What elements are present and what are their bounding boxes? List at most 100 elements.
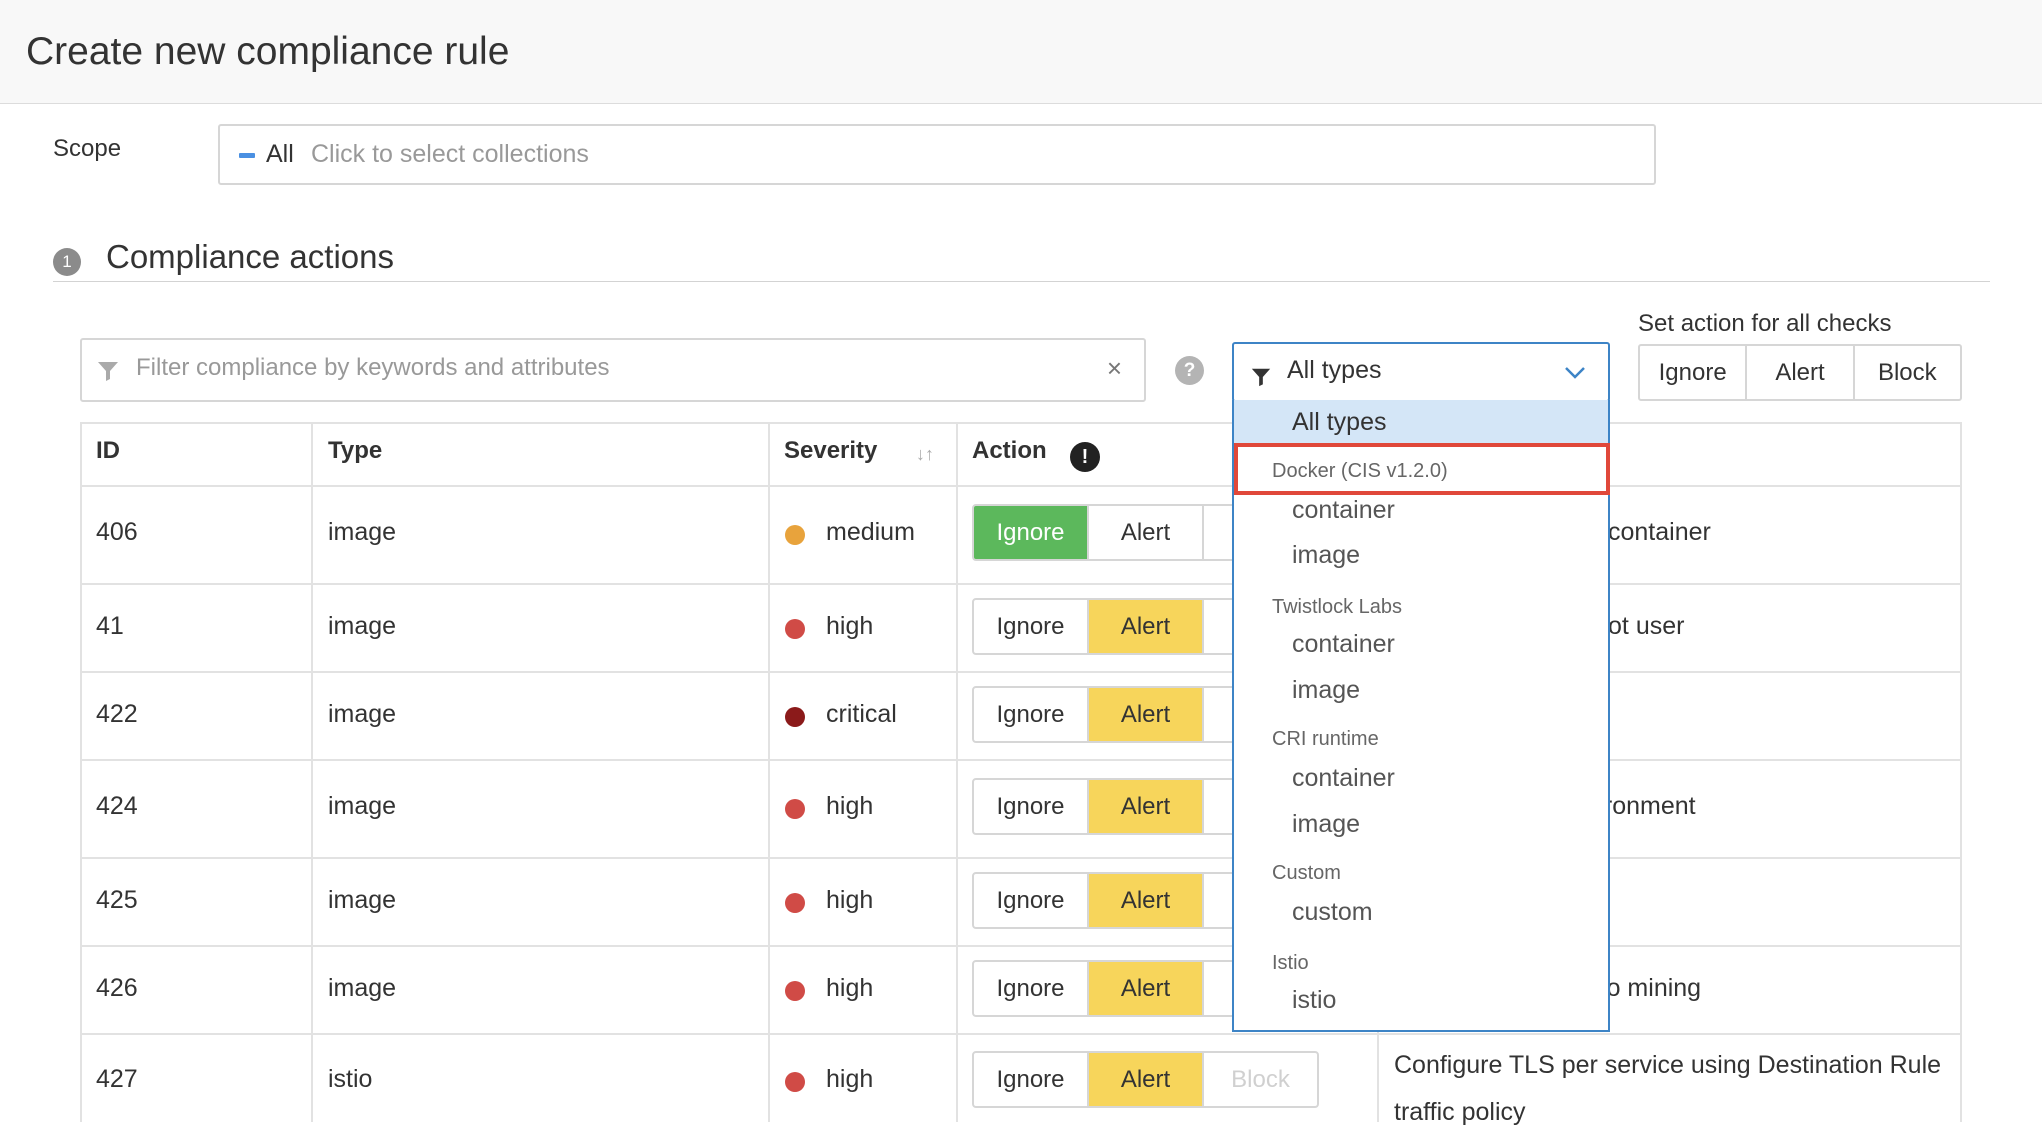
severity-dot-icon <box>785 1072 805 1092</box>
scope-placeholder: Click to select collections <box>311 140 589 168</box>
cell-severity: high <box>826 612 874 640</box>
row-divider <box>80 857 1962 859</box>
severity-dot-icon <box>785 799 805 819</box>
type-filter-select[interactable]: All types <box>1232 342 1610 402</box>
alert-button[interactable]: Alert <box>1089 688 1204 741</box>
cell-id: 426 <box>96 974 138 1002</box>
alert-button[interactable]: Alert <box>1089 1053 1204 1106</box>
help-icon[interactable]: ? <box>1175 356 1204 385</box>
filter-icon <box>1250 366 1272 393</box>
option-label: All types <box>1292 408 1387 436</box>
ignore-button[interactable]: Ignore <box>974 688 1089 741</box>
sort-icon[interactable]: ↓↑ <box>916 444 934 465</box>
block-button[interactable]: Block <box>1204 1053 1317 1106</box>
row-divider <box>80 759 1962 761</box>
dropdown-option-docker-image[interactable]: image <box>1234 541 1608 570</box>
alert-button[interactable]: Alert <box>1089 506 1204 559</box>
cell-severity: high <box>826 1065 874 1093</box>
type-select-value: All types <box>1287 356 1382 384</box>
scope-label: Scope <box>53 135 122 162</box>
dropdown-group-cri-runtime: CRI runtime <box>1272 728 1379 750</box>
severity-dot-icon <box>785 525 805 545</box>
dropdown-option-istio[interactable]: istio <box>1234 986 1608 1015</box>
cell-description: Configure TLS per service using Destinat… <box>1394 1051 1942 1079</box>
ignore-button[interactable]: Ignore <box>974 962 1089 1015</box>
cell-severity: critical <box>826 700 897 728</box>
cell-type: image <box>328 700 397 728</box>
cell-type: image <box>328 792 397 820</box>
chevron-down-icon <box>1564 366 1586 385</box>
scope-chip-all[interactable]: All <box>266 140 294 169</box>
scope-collections-input[interactable]: All Click to select collections <box>218 124 1656 185</box>
section-title: Compliance actions <box>106 238 394 275</box>
column-divider <box>768 422 770 1122</box>
cell-type: istio <box>328 1065 373 1093</box>
set-all-ignore-button[interactable]: Ignore <box>1640 346 1748 399</box>
column-header-id[interactable]: ID <box>96 437 120 465</box>
cell-severity: high <box>826 792 874 820</box>
section-divider <box>53 281 1990 282</box>
dropdown-group-istio: Istio <box>1272 952 1309 974</box>
action-button-group: IgnoreAlertBlock <box>972 1051 1319 1108</box>
severity-dot-icon <box>785 619 805 639</box>
cell-id: 425 <box>96 886 138 914</box>
highlight-box <box>1234 443 1610 495</box>
dropdown-option-all-types[interactable]: All types <box>1234 400 1608 444</box>
column-header-action: Action <box>972 437 1047 464</box>
alert-button[interactable]: Alert <box>1089 874 1204 927</box>
filter-placeholder: Filter compliance by keywords and attrib… <box>136 354 610 381</box>
cell-type: image <box>328 974 397 1002</box>
row-divider <box>80 1033 1962 1035</box>
set-all-block-button[interactable]: Block <box>1855 346 1960 399</box>
cell-severity: high <box>826 886 874 914</box>
cell-type: image <box>328 518 397 546</box>
cell-severity: medium <box>826 518 915 546</box>
ignore-button[interactable]: Ignore <box>974 1053 1089 1106</box>
row-divider <box>80 485 1962 487</box>
cell-id: 422 <box>96 700 138 728</box>
cell-id: 427 <box>96 1065 138 1093</box>
row-divider <box>80 945 1962 947</box>
cell-id: 406 <box>96 518 138 546</box>
column-divider <box>311 422 313 1122</box>
page-title: Create new compliance rule <box>26 30 510 73</box>
dropdown-option-custom[interactable]: custom <box>1234 898 1608 927</box>
compliance-filter-input[interactable]: Filter compliance by keywords and attrib… <box>80 338 1146 402</box>
set-action-label: Set action for all checks <box>1638 310 1892 337</box>
cell-id: 41 <box>96 612 124 640</box>
column-header-type[interactable]: Type <box>328 437 382 465</box>
collection-color-marker <box>239 153 255 158</box>
warning-icon[interactable]: ! <box>1070 442 1100 472</box>
cell-type: image <box>328 612 397 640</box>
dropdown-option-twistlock-image[interactable]: image <box>1234 676 1608 705</box>
severity-dot-icon <box>785 707 805 727</box>
set-all-alert-button[interactable]: Alert <box>1747 346 1855 399</box>
dropdown-group-custom: Custom <box>1272 862 1341 884</box>
ignore-button[interactable]: Ignore <box>974 780 1089 833</box>
ignore-button[interactable]: Ignore <box>974 600 1089 653</box>
dropdown-option-twistlock-container[interactable]: container <box>1234 630 1608 659</box>
row-divider <box>80 583 1962 585</box>
set-action-all-group: Ignore Alert Block <box>1638 344 1962 401</box>
alert-button[interactable]: Alert <box>1089 600 1204 653</box>
dropdown-option-docker-container[interactable]: container <box>1234 496 1608 525</box>
dropdown-option-cri-container[interactable]: container <box>1234 764 1608 793</box>
cell-type: image <box>328 886 397 914</box>
severity-dot-icon <box>785 893 805 913</box>
alert-button[interactable]: Alert <box>1089 780 1204 833</box>
cell-id: 424 <box>96 792 138 820</box>
ignore-button[interactable]: Ignore <box>974 874 1089 927</box>
row-divider <box>80 671 1962 673</box>
page-header: Create new compliance rule <box>0 0 2042 104</box>
column-header-severity[interactable]: Severity <box>784 437 877 465</box>
clear-filter-icon[interactable]: × <box>1107 353 1122 384</box>
section-number-badge: 1 <box>53 248 81 276</box>
cell-description-continued: traffic policy <box>1394 1098 1526 1126</box>
dropdown-group-twistlock-labs: Twistlock Labs <box>1272 596 1403 618</box>
ignore-button[interactable]: Ignore <box>974 506 1089 559</box>
filter-icon <box>96 359 120 388</box>
dropdown-option-cri-image[interactable]: image <box>1234 810 1608 839</box>
column-divider <box>956 422 958 1122</box>
alert-button[interactable]: Alert <box>1089 962 1204 1015</box>
cell-severity: high <box>826 974 874 1002</box>
